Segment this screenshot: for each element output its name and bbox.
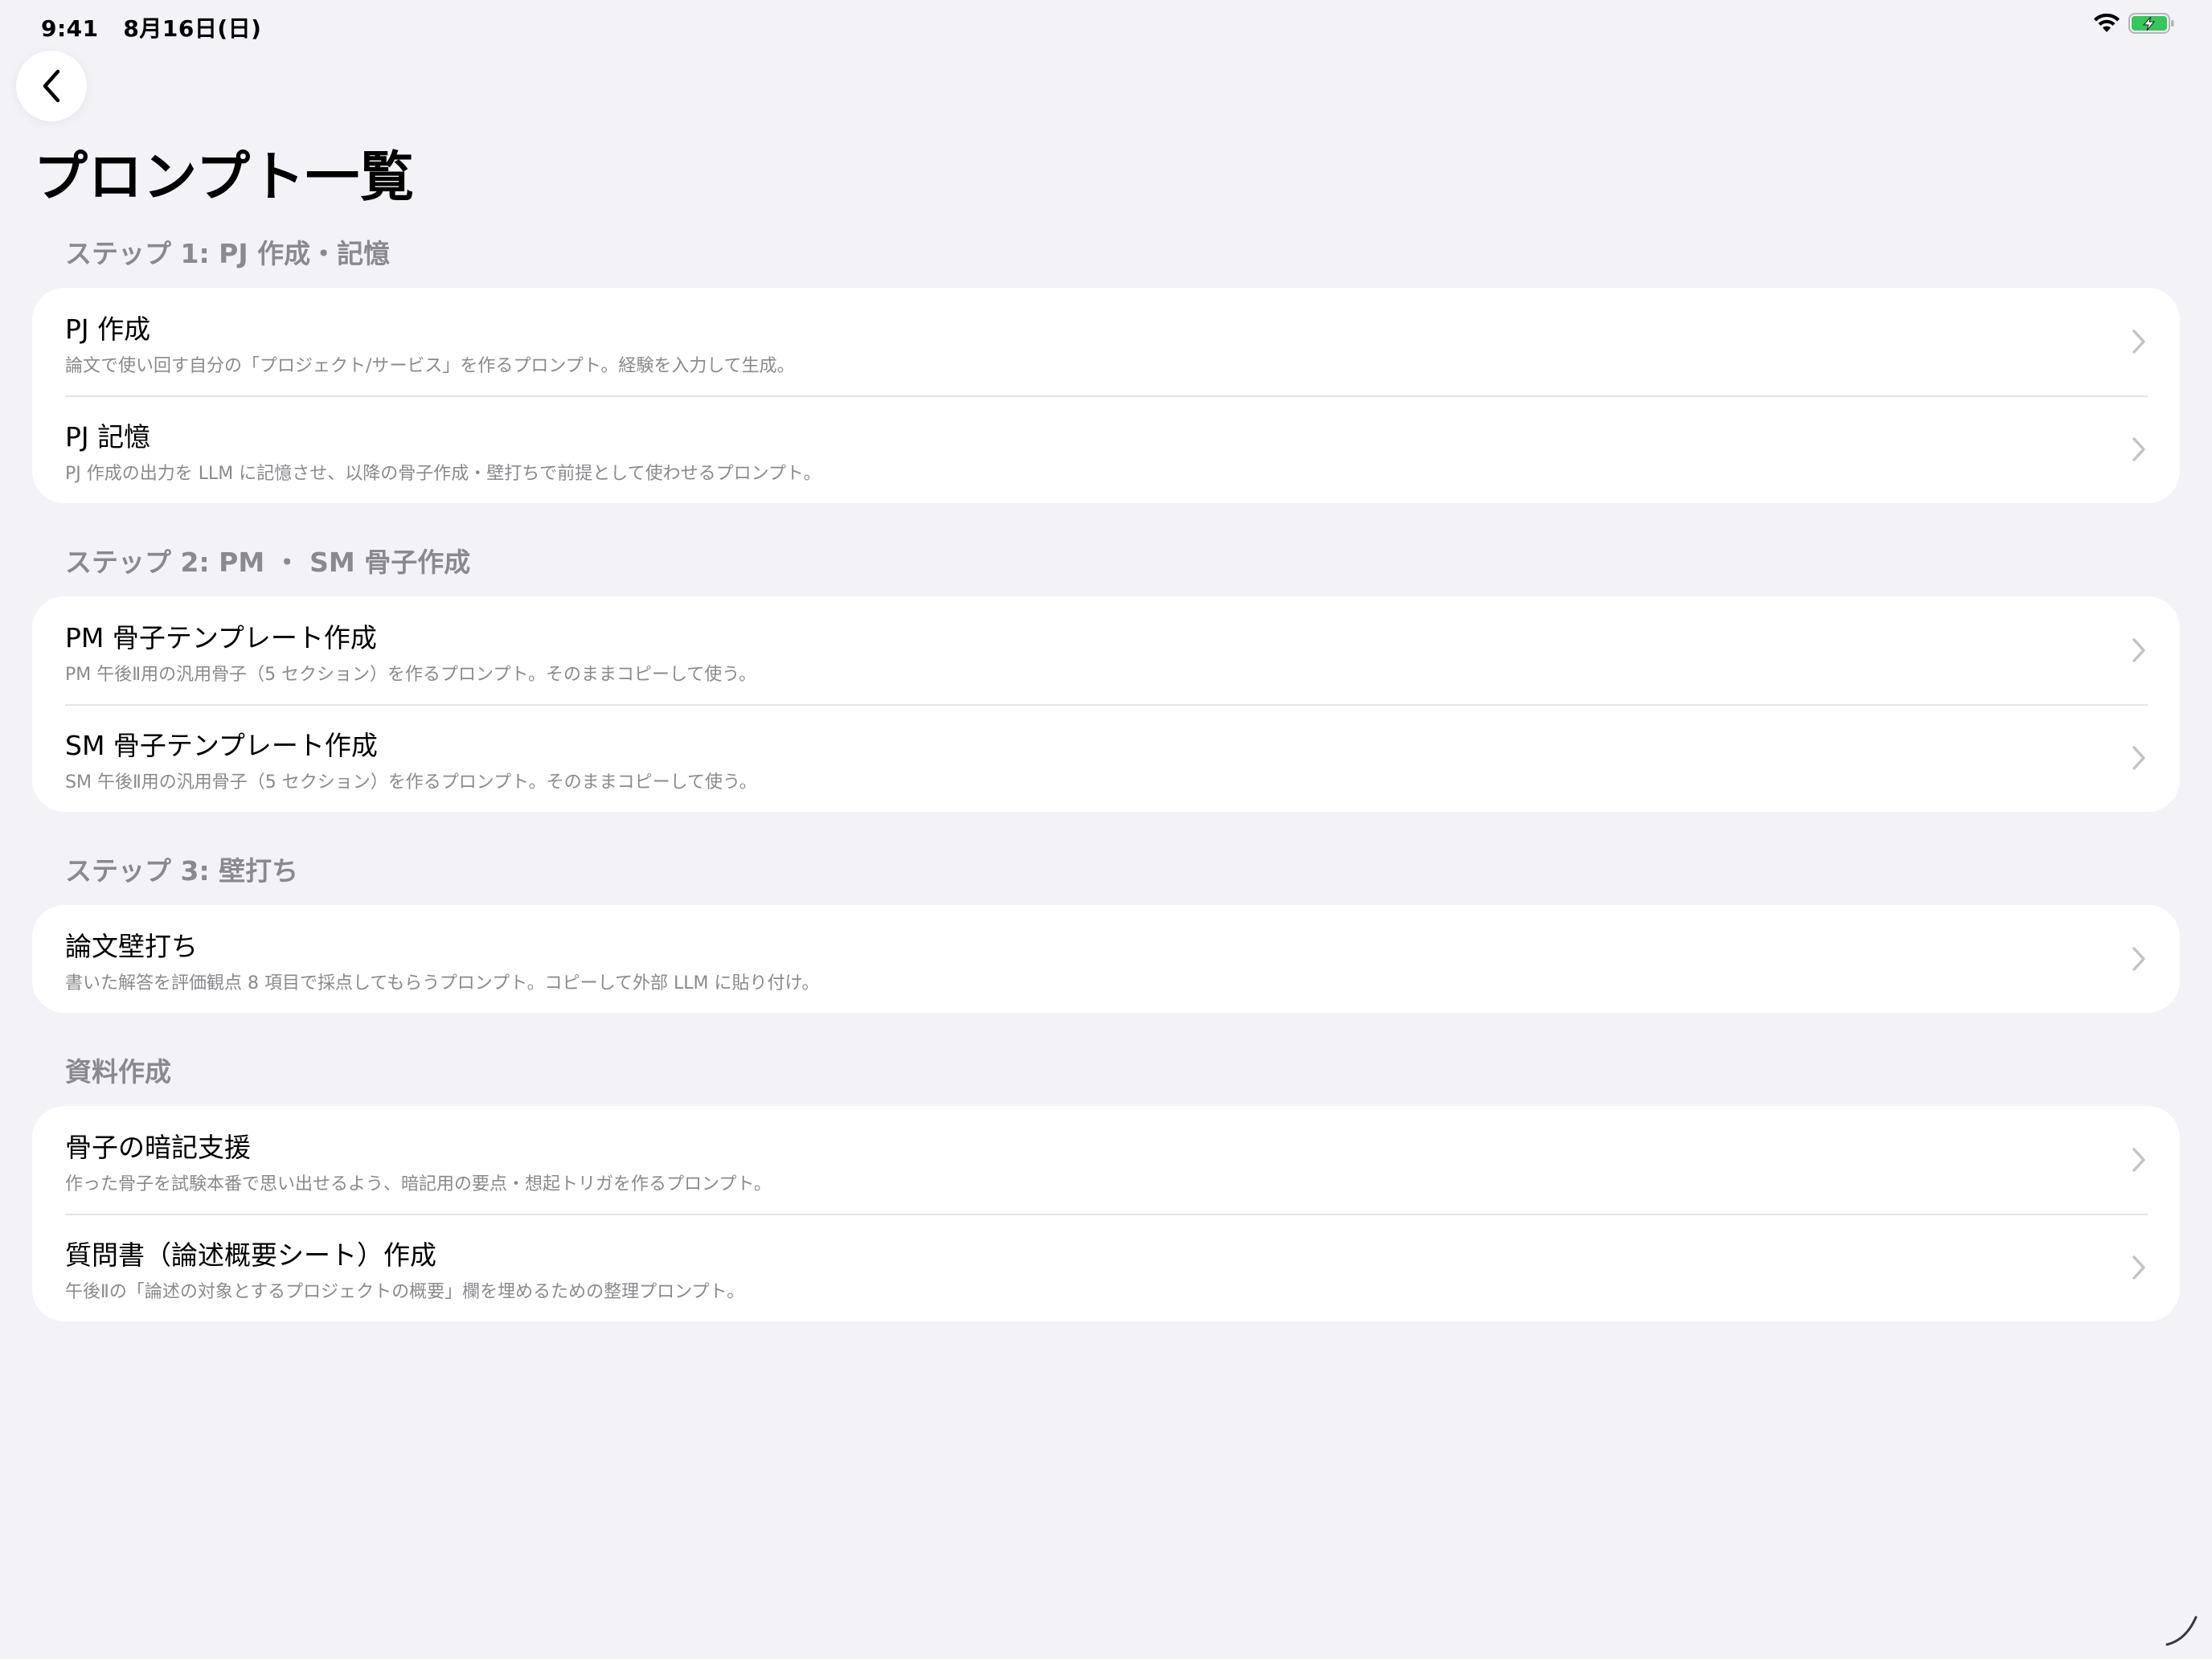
- list-item-title: 論文壁打ち: [65, 931, 198, 962]
- chevron-right-icon: [2132, 437, 2145, 461]
- list-item-subtitle: 作った骨子を試験本番で思い出せるよう、暗記用の要点・想起トリガを作るプロンプト。: [65, 1174, 772, 1194]
- status-clock: 9:41: [41, 15, 99, 42]
- status-bar: 9:41 8月16日(日): [0, 0, 2212, 51]
- status-icons: [2093, 13, 2175, 34]
- section-header-step3: ステップ 3: 壁打ち: [65, 855, 299, 887]
- section-header-step1: ステップ 1: PJ 作成・記憶: [65, 238, 391, 269]
- list-item-paper-review[interactable]: 論文壁打ち 書いた解答を評価観点 8 項目で採点してもらうプロンプト。コピーして…: [32, 905, 2180, 1013]
- list-item-sm-template[interactable]: SM 骨子テンプレート作成 SM 午後Ⅱ用の汎用骨子（5 セクション）を作るプロ…: [32, 704, 2180, 812]
- page-title: プロンプト一覧: [34, 145, 415, 208]
- list-item-memorization[interactable]: 骨子の暗記支援 作った骨子を試験本番で思い出せるよう、暗記用の要点・想起トリガを…: [32, 1106, 2180, 1214]
- section-header-step2: ステップ 2: PM ・ SM 骨子作成: [65, 547, 471, 578]
- list-item-pm-template[interactable]: PM 骨子テンプレート作成 PM 午後Ⅱ用の汎用骨子（5 セクション）を作るプロ…: [32, 596, 2180, 704]
- chevron-right-icon: [2132, 947, 2145, 971]
- wifi-icon: [2093, 13, 2120, 34]
- list-item-title: PM 骨子テンプレート作成: [65, 622, 377, 653]
- chevron-right-icon: [2132, 330, 2145, 354]
- list-item-title: 質問書（論述概要シート）作成: [65, 1239, 436, 1271]
- list-item-pj-create[interactable]: PJ 作成 論文で使い回す自分の「プロジェクト/サービス」を作るプロンプト。経験…: [32, 288, 2180, 395]
- chevron-right-icon: [2132, 1148, 2145, 1172]
- chevron-right-icon: [2132, 1256, 2145, 1280]
- list-item-questionnaire[interactable]: 質問書（論述概要シート）作成 午後Ⅱの「論述の対象とするプロジェクトの概要」欄を…: [32, 1214, 2180, 1321]
- list-item-subtitle: 書いた解答を評価観点 8 項目で採点してもらうプロンプト。コピーして外部 LLM…: [65, 973, 820, 993]
- section-card-materials: 骨子の暗記支援 作った骨子を試験本番で思い出せるよう、暗記用の要点・想起トリガを…: [32, 1106, 2180, 1321]
- list-item-title: 骨子の暗記支援: [65, 1132, 251, 1163]
- chevron-right-icon: [2132, 746, 2145, 770]
- chevron-left-icon: [43, 69, 60, 103]
- home-indicator[interactable]: [2162, 1609, 2202, 1649]
- back-button[interactable]: [16, 51, 87, 121]
- section-header-materials: 資料作成: [65, 1056, 171, 1088]
- list-item-subtitle: PJ 作成の出力を LLM に記憶させ、以降の骨子作成・壁打ちで前提として使わせ…: [65, 464, 821, 484]
- section-card-step1: PJ 作成 論文で使い回す自分の「プロジェクト/サービス」を作るプロンプト。経験…: [32, 288, 2180, 503]
- list-item-pj-memory[interactable]: PJ 記憶 PJ 作成の出力を LLM に記憶させ、以降の骨子作成・壁打ちで前提…: [32, 395, 2180, 503]
- list-item-title: SM 骨子テンプレート作成: [65, 730, 378, 761]
- list-item-subtitle: 論文で使い回す自分の「プロジェクト/サービス」を作るプロンプト。経験を入力して生…: [65, 356, 795, 376]
- list-item-subtitle: SM 午後Ⅱ用の汎用骨子（5 セクション）を作るプロンプト。そのままコピーして使…: [65, 772, 757, 793]
- list-item-title: PJ 作成: [65, 313, 151, 345]
- battery-charging-icon: [2128, 13, 2175, 34]
- list-item-subtitle: PM 午後Ⅱ用の汎用骨子（5 セクション）を作るプロンプト。そのままコピーして使…: [65, 665, 756, 685]
- status-time: 9:41 8月16日(日): [41, 11, 261, 43]
- list-item-subtitle: 午後Ⅱの「論述の対象とするプロジェクトの概要」欄を埋めるための整理プロンプト。: [65, 1282, 745, 1302]
- status-date: 8月16日(日): [123, 15, 262, 42]
- section-card-step3: 論文壁打ち 書いた解答を評価観点 8 項目で採点してもらうプロンプト。コピーして…: [32, 905, 2180, 1013]
- chevron-right-icon: [2132, 638, 2145, 662]
- prompt-list-screen: 9:41 8月16日(日) プロンプト一覧 ステップ 1: PJ 作成・記憶 P…: [0, 0, 2212, 1659]
- list-item-title: PJ 記憶: [65, 421, 151, 453]
- section-card-step2: PM 骨子テンプレート作成 PM 午後Ⅱ用の汎用骨子（5 セクション）を作るプロ…: [32, 596, 2180, 812]
